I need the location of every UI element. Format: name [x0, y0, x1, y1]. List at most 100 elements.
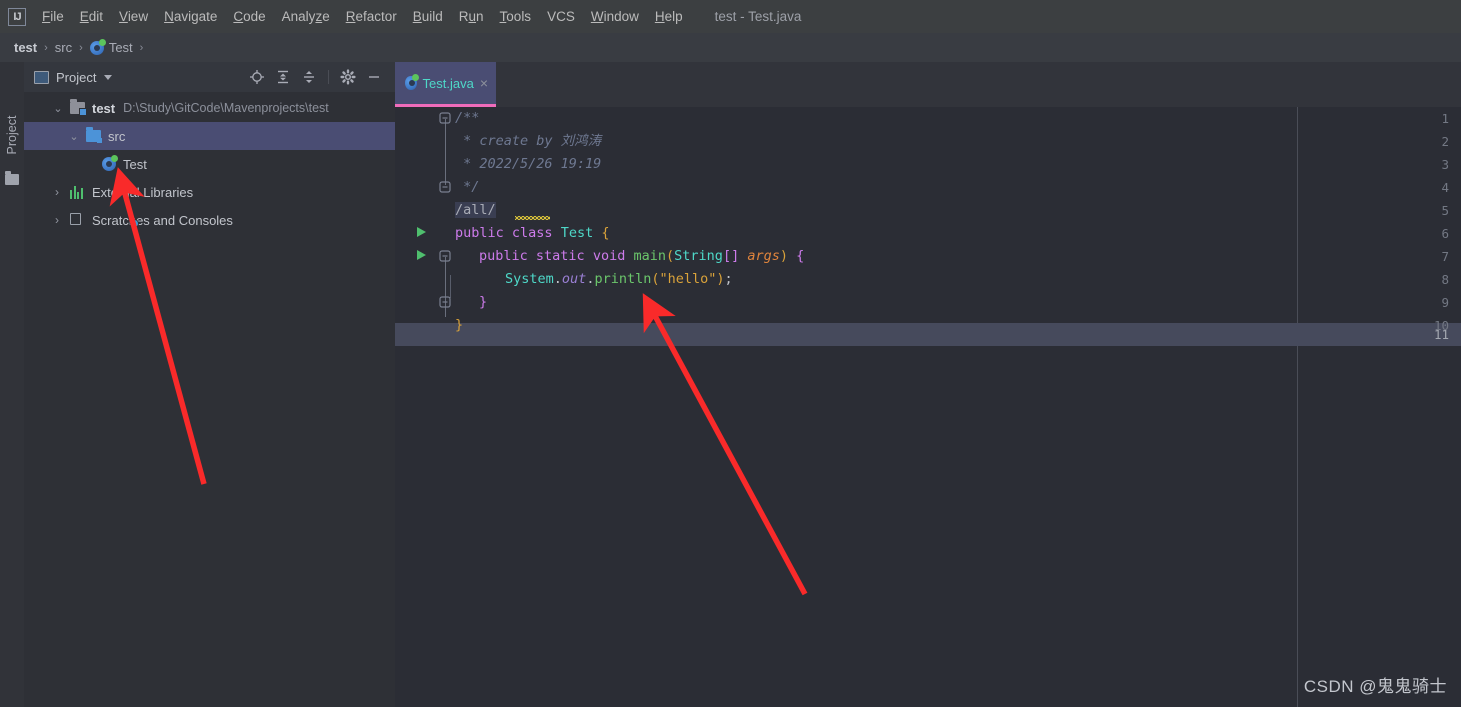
line-number: 7 [1441, 249, 1449, 264]
line-number: 5 [1441, 203, 1449, 218]
token-keyword: public [479, 248, 528, 264]
toolbar-separator [328, 70, 329, 84]
tree-node-src[interactable]: ⌄ src [24, 122, 395, 150]
fold-collapse-icon[interactable] [439, 296, 451, 308]
code-line-10: } [455, 317, 464, 333]
intellij-logo-icon: IJ [8, 7, 26, 26]
menu-item-tools[interactable]: Tools [492, 5, 540, 28]
chevron-right-icon[interactable]: › [51, 213, 63, 227]
line-number: 4 [1441, 180, 1449, 195]
editor-tab-bar: Test.java × [395, 62, 1461, 107]
code-line-4: */ [455, 179, 480, 195]
menu-item-code[interactable]: Code [225, 5, 273, 28]
project-panel-title: Project [56, 69, 97, 85]
line-number: 2 [1441, 134, 1449, 149]
fold-collapse-icon[interactable] [439, 250, 451, 262]
menu-item-refactor[interactable]: Refactor [338, 5, 405, 28]
breadcrumb: test › src › Test › [0, 33, 1461, 62]
csdn-watermark: CSDN @鬼鬼骑士 [1303, 677, 1447, 696]
token-parameter: args [747, 248, 780, 264]
editor-background [450, 107, 1461, 707]
fold-collapse-icon[interactable] [439, 112, 451, 124]
line-number: 1 [1441, 111, 1449, 126]
java-class-icon [102, 155, 118, 171]
tab-label: Test.java [422, 75, 474, 91]
intellij-window: IJ File Edit View Navigate Code Analyze … [0, 0, 1461, 707]
tree-node-label: test [92, 100, 116, 116]
code-line-7: public static void main(String[] args) { [479, 248, 805, 264]
gear-icon[interactable] [337, 66, 359, 88]
java-class-icon [89, 38, 106, 55]
tab-Test-java[interactable]: Test.java × [395, 62, 496, 107]
folder-icon[interactable] [5, 171, 19, 185]
menu-item-vcs[interactable]: VCS [539, 5, 583, 28]
window-title: test - Test.java [714, 9, 802, 24]
token-type: String [674, 248, 723, 264]
menu-item-file[interactable]: File [34, 5, 72, 28]
token-semicolon: ; [724, 271, 733, 287]
tree-node-external-libraries[interactable]: › External Libraries [24, 178, 395, 206]
tool-window-button-project[interactable]: Project [5, 103, 19, 167]
project-tool-window: Project ⌄ test D:\Study\GitCode\Mavenpro… [24, 62, 395, 707]
tree-node-path: D:\Study\GitCode\Mavenprojects\test [123, 101, 329, 115]
code-line-2: * create by 刘鸿涛 [455, 133, 602, 149]
code-editor[interactable]: 1 2 3 4 5 6 7 8 9 10 11 /** * create by [395, 107, 1461, 707]
indent-guide [450, 275, 451, 298]
minimize-icon[interactable] [363, 66, 385, 88]
line-number: 8 [1441, 272, 1449, 287]
line-number: 3 [1441, 157, 1449, 172]
locate-icon[interactable] [246, 66, 268, 88]
menu-item-navigate[interactable]: Navigate [156, 5, 225, 28]
tree-node-label: Test [123, 156, 147, 172]
token-brackets: [] [722, 248, 740, 264]
tree-node-test[interactable]: ⌄ test D:\Study\GitCode\Mavenprojects\te… [24, 94, 395, 122]
menu-item-analyze[interactable]: Analyze [274, 5, 338, 28]
menu-item-run[interactable]: Run [451, 5, 492, 28]
tree-node-Test[interactable]: Test [24, 150, 395, 178]
breadcrumb-separator: › [139, 41, 144, 54]
fold-collapse-icon[interactable] [439, 181, 451, 193]
chevron-down-icon[interactable]: ⌄ [68, 130, 80, 143]
menu-item-window[interactable]: Window [583, 5, 647, 28]
fold-region-line [444, 257, 446, 317]
menu-item-edit[interactable]: Edit [72, 5, 111, 28]
project-view-icon [34, 70, 49, 84]
menu-item-build[interactable]: Build [405, 5, 451, 28]
breadcrumb-item-src[interactable]: src [55, 40, 72, 55]
tree-node-scratches-and-consoles[interactable]: › Scratches and Consoles [24, 206, 395, 234]
token-keyword: class [511, 225, 553, 241]
run-gutter-icon[interactable] [417, 227, 426, 237]
code-line-3: * 2022/5/26 19:19 [455, 156, 602, 172]
chevron-down-icon[interactable]: ⌄ [52, 102, 64, 115]
chevron-right-icon[interactable]: › [51, 185, 63, 199]
tab-bar-empty-space [496, 62, 1461, 107]
chevron-down-icon[interactable] [104, 74, 113, 80]
module-icon [70, 99, 87, 116]
java-class-icon [405, 74, 418, 90]
token-method: main [633, 248, 667, 264]
tree-node-label: src [108, 128, 126, 144]
expand-all-icon[interactable] [272, 66, 294, 88]
collapse-all-icon[interactable] [298, 66, 320, 88]
breadcrumb-separator: › [44, 41, 48, 54]
token-brace: { [601, 225, 610, 241]
source-folder-icon [86, 127, 102, 143]
editor-area: Test.java × 1 2 3 4 5 6 7 8 9 10 11 /** … [395, 62, 1461, 707]
breadcrumb-separator: › [79, 41, 83, 54]
breadcrumb-item-project[interactable]: test [14, 40, 37, 55]
close-icon[interactable]: × [480, 76, 488, 90]
menu-bar: IJ File Edit View Navigate Code Analyze … [0, 0, 1461, 33]
menu-item-view[interactable]: View [111, 5, 156, 28]
external-libraries-icon [70, 185, 85, 199]
breadcrumb-item-class[interactable]: Test [89, 38, 133, 55]
error-squiggle [515, 216, 550, 220]
tree-node-label: External Libraries [92, 184, 194, 200]
line-number: 9 [1441, 295, 1449, 310]
line-number-current: 11 [1433, 327, 1449, 342]
menu-item-help[interactable]: Help [647, 5, 691, 28]
editor-gutter[interactable] [395, 107, 450, 707]
token-brace: { [796, 248, 805, 264]
run-gutter-icon[interactable] [417, 250, 426, 260]
token-method: println [594, 271, 652, 287]
right-margin-guide [1297, 107, 1298, 707]
